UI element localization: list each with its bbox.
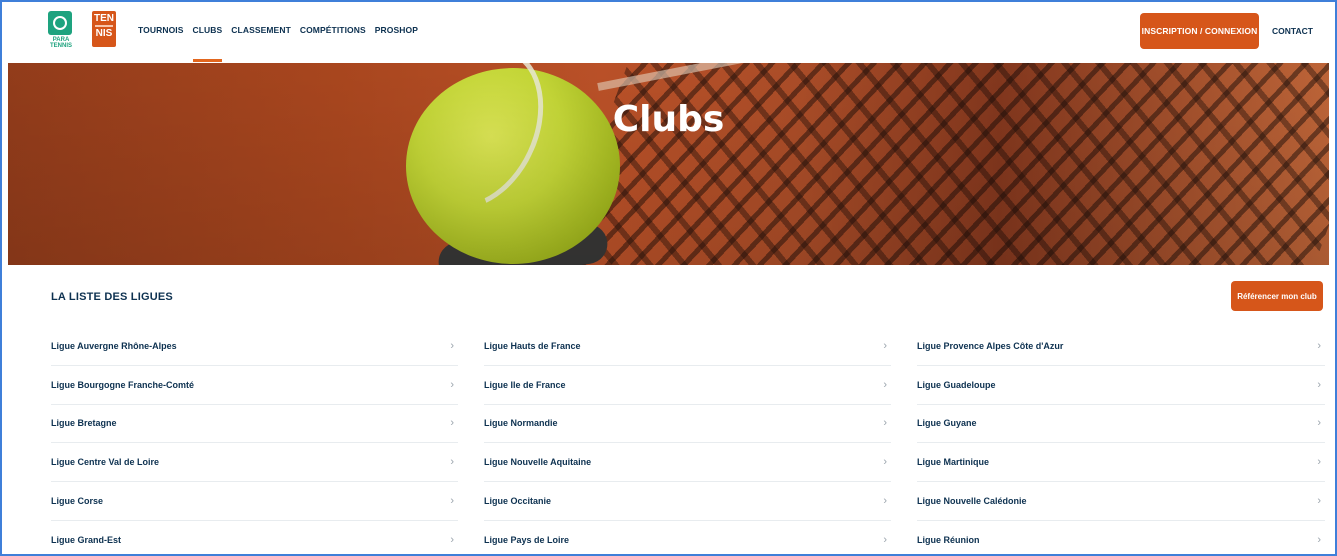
league-row[interactable]: Ligue Ile de France › [484, 366, 891, 405]
league-label: Ligue Bourgogne Franche-Comté [51, 379, 195, 390]
tennis-logo-bottom: NIS [95, 28, 113, 39]
league-row[interactable]: Ligue Pays de Loire › [484, 521, 891, 554]
chevron-right-icon: › [1317, 417, 1321, 430]
league-row[interactable]: Ligue Auvergne Rhône-Alpes › [51, 327, 458, 366]
chevron-right-icon: › [450, 378, 454, 391]
league-row[interactable]: Ligue Bretagne › [51, 405, 458, 444]
league-label: Ligue Pays de Loire [484, 534, 570, 545]
league-row[interactable]: Ligue Provence Alpes Côte d'Azur › [917, 327, 1325, 366]
league-label: Ligue Grand-Est [51, 534, 122, 545]
chevron-right-icon: › [883, 495, 887, 508]
chevron-right-icon: › [1317, 378, 1321, 391]
para-tennis-logo[interactable]: PARA TENNIS [48, 11, 74, 49]
chevron-right-icon: › [450, 495, 454, 508]
chevron-right-icon: › [883, 417, 887, 430]
league-row[interactable]: Ligue Martinique › [917, 443, 1325, 483]
nav-competitions[interactable]: COMPÉTITIONS [300, 25, 366, 35]
chevron-right-icon: › [883, 456, 887, 469]
chevron-right-icon: › [450, 339, 454, 352]
league-column-2: Ligue Hauts de France › Ligue Ile de Fran… [484, 327, 891, 554]
league-label: Ligue Guadeloupe [917, 379, 996, 390]
league-row[interactable]: Ligue Hauts de France › [484, 327, 891, 366]
chevron-right-icon: › [1317, 495, 1321, 508]
reference-club-button[interactable]: Référencer mon club [1231, 281, 1323, 311]
league-label: Ligue Hauts de France [484, 340, 581, 351]
chevron-right-icon: › [450, 456, 454, 469]
league-column-3: Ligue Provence Alpes Côte d'Azur › Ligue … [917, 327, 1325, 554]
chevron-right-icon: › [1317, 456, 1321, 469]
league-label: Ligue Corse [51, 496, 104, 507]
chevron-right-icon: › [1317, 533, 1321, 546]
league-label: Ligue Centre Val de Loire [51, 457, 160, 468]
league-label: Ligue Nouvelle Aquitaine [484, 457, 592, 468]
league-row[interactable]: Ligue Grand-Est › [51, 521, 458, 554]
nav-proshop[interactable]: PROSHOP [375, 25, 418, 35]
tennis-logo-top: TEN [94, 13, 114, 24]
para-tennis-logo-icon [48, 11, 72, 35]
chevron-right-icon: › [883, 533, 887, 546]
chevron-right-icon: › [883, 378, 887, 391]
league-row[interactable]: Ligue Guadeloupe › [917, 366, 1325, 405]
league-row[interactable]: Ligue Nouvelle Calédonie › [917, 482, 1325, 521]
league-label: Ligue Auvergne Rhône-Alpes [51, 340, 177, 351]
league-label: Ligue Bretagne [51, 418, 117, 429]
league-label: Ligue Occitanie [484, 496, 552, 507]
login-button[interactable]: INSCRIPTION / CONNEXION [1140, 13, 1259, 49]
chevron-right-icon: › [450, 417, 454, 430]
league-row[interactable]: Ligue Corse › [51, 482, 458, 521]
league-row[interactable]: Ligue Occitanie › [484, 482, 891, 521]
site-header: PARA TENNIS TEN NIS TOURNOIS CLUBS CLASS… [2, 2, 1335, 63]
league-label: Ligue Provence Alpes Côte d'Azur [917, 340, 1064, 351]
chevron-right-icon: › [450, 533, 454, 546]
league-row[interactable]: Ligue Bourgogne Franche-Comté › [51, 366, 458, 405]
league-label: Ligue Guyane [917, 418, 977, 429]
contact-link[interactable]: CONTACT [1272, 26, 1313, 36]
tennis-logo[interactable]: TEN NIS [92, 11, 116, 47]
nav-classement[interactable]: CLASSEMENT [231, 25, 291, 35]
nav-tournois[interactable]: TOURNOIS [138, 25, 184, 35]
league-column-1: Ligue Auvergne Rhône-Alpes › Ligue Bourgo… [51, 327, 458, 554]
page-title: Clubs [612, 99, 725, 140]
league-label: Ligue Nouvelle Calédonie [917, 496, 1027, 507]
chevron-right-icon: › [883, 339, 887, 352]
page-frame: PARA TENNIS TEN NIS TOURNOIS CLUBS CLASS… [0, 0, 1337, 556]
league-row[interactable]: Ligue Réunion › [917, 521, 1325, 554]
league-row[interactable]: Ligue Normandie › [484, 405, 891, 444]
league-label: Ligue Réunion [917, 534, 980, 545]
chevron-right-icon: › [1317, 339, 1321, 352]
para-tennis-logo-text: PARA TENNIS [49, 37, 72, 49]
league-row[interactable]: Ligue Nouvelle Aquitaine › [484, 443, 891, 483]
league-label: Ligue Normandie [484, 418, 558, 429]
section-title: LA LISTE DES LIGUES [51, 291, 173, 303]
hero-banner: Clubs [8, 63, 1329, 265]
league-label: Ligue Ile de France [484, 379, 566, 390]
main-nav: TOURNOIS CLUBS CLASSEMENT COMPÉTITIONS P… [138, 25, 418, 62]
league-row[interactable]: Ligue Centre Val de Loire › [51, 443, 458, 483]
league-row[interactable]: Ligue Guyane › [917, 405, 1325, 444]
tennis-logo-divider [95, 25, 113, 27]
nav-clubs[interactable]: CLUBS [192, 25, 223, 62]
league-label: Ligue Martinique [917, 457, 989, 468]
hero-shade [8, 63, 1329, 265]
